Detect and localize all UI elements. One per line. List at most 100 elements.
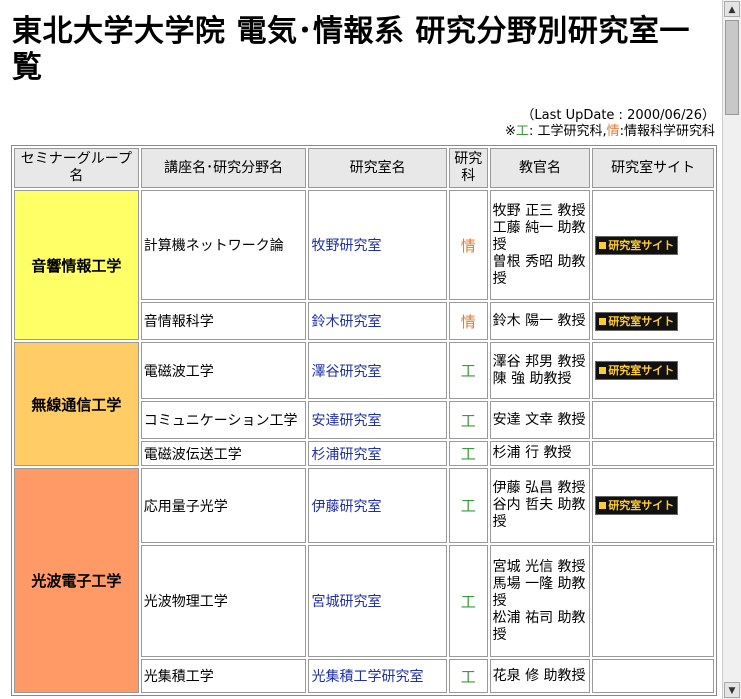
professors: 伊藤 弘昌 教授 谷内 哲夫 助教授: [489, 468, 591, 543]
dept-mark: 工: [448, 401, 488, 439]
lab-cell: 宮城研究室: [308, 545, 447, 657]
header-lab: 研究室名: [308, 148, 447, 188]
lab-cell: 鈴木研究室: [308, 302, 447, 340]
professors: 牧野 正三 教授 工藤 純一 助教授 曽根 秀昭 助教授: [489, 190, 591, 300]
scroll-up-arrow-icon[interactable]: ▲: [724, 1, 740, 17]
professors: 花泉 修 助教授: [489, 659, 591, 693]
lab-cell: 伊藤研究室: [308, 468, 447, 543]
vertical-scrollbar[interactable]: ▲ ▼: [722, 0, 741, 699]
seminar-group-name: 無線通信工学: [14, 342, 139, 466]
table-row: 光波電子工学 応用量子光学 伊藤研究室工伊藤 弘昌 教授 谷内 哲夫 助教授 研究室サイ…: [14, 468, 714, 693]
table-row: 無線通信工学 電磁波工学 澤谷研究室工澤谷 邦男 教授陳 強 助教授 研究室サイト: [14, 342, 714, 466]
professor-name: 牧野 正三 教授: [492, 202, 586, 219]
professor-name: 工藤 純一 助教授: [492, 219, 586, 253]
site-cell: 研究室サイト: [592, 302, 714, 340]
table-body: 音響情報工学 計算機ネットワーク論 牧野研究室情牧野 正三 教授 工藤 純一 助教授曽…: [14, 190, 714, 693]
last-update: （Last UpDate : 2000/06/26）: [521, 108, 715, 123]
seminar-group-name: 音響情報工学: [14, 190, 139, 340]
professor-name: 宮城 光信 教授: [492, 558, 586, 575]
lab-site-label: 研究室サイト: [608, 499, 675, 512]
lab-site-button[interactable]: 研究室サイト: [595, 235, 679, 255]
lab-link[interactable]: 安達研究室: [311, 413, 381, 429]
dept-mark: 情: [448, 190, 488, 300]
square-bullet-icon: [599, 317, 607, 325]
lab-site-button[interactable]: 研究室サイト: [595, 311, 679, 331]
header-dept: 研究科: [448, 148, 488, 188]
field-name: 光波物理工学: [140, 545, 307, 657]
site-cell: 研究室サイト: [592, 342, 714, 399]
header-field: 講座名･研究分野名: [140, 148, 307, 188]
lab-site-label: 研究室サイト: [608, 314, 675, 328]
lab-cell: 光集積工学研究室: [308, 659, 447, 693]
table-row: 音響情報工学 計算機ネットワーク論 牧野研究室情牧野 正三 教授 工藤 純一 助教授曽…: [14, 190, 714, 340]
lab-link[interactable]: 澤谷研究室: [311, 364, 381, 380]
site-cell: [592, 545, 714, 657]
page-title: 東北大学大学院 電気･情報系 研究分野別研究室一覧: [12, 14, 690, 85]
lab-cell: 牧野研究室: [308, 190, 447, 300]
legend: ※工: 工学研究科,情:情報科学研究科: [505, 124, 715, 140]
lab-site-label: 研究室サイト: [608, 238, 675, 252]
professor-name: 安達 文幸 教授: [492, 411, 586, 428]
field-name: 音情報科学: [140, 302, 307, 340]
legend-jou-desc: :情報科学研究科: [619, 124, 715, 139]
square-bullet-icon: [599, 502, 607, 509]
field-name: 電磁波工学: [140, 342, 307, 399]
header-seminar-group: セミナーグループ名: [14, 148, 139, 188]
lab-site-button[interactable]: 研究室サイト: [595, 496, 679, 515]
professor-name: 曽根 秀昭 助教授: [492, 253, 586, 287]
lab-link[interactable]: 光集積工学研究室: [311, 669, 423, 685]
legend-prefix: ※: [505, 124, 516, 139]
lab-cell: 安達研究室: [308, 401, 447, 439]
professor-name: 杉浦 行 教授: [492, 445, 572, 461]
legend-jou: 情: [606, 124, 620, 139]
field-name: 光集積工学: [140, 659, 307, 693]
field-name: 計算機ネットワーク論: [140, 190, 307, 300]
header-site: 研究室サイト: [592, 148, 714, 188]
page: 東北大学大学院 電気･情報系 研究分野別研究室一覧 （Last UpDate :…: [0, 0, 723, 699]
field-name: 応用量子光学: [140, 468, 307, 543]
site-cell: [592, 441, 714, 466]
professor-name: 澤谷 邦男 教授: [492, 353, 586, 370]
site-cell: 研究室サイト: [592, 190, 714, 300]
lab-cell: 杉浦研究室: [308, 441, 447, 466]
professor-name: 馬場 一隆 助教授: [492, 575, 586, 609]
header-professors: 教官名: [489, 148, 591, 188]
lab-site-button[interactable]: 研究室サイト: [595, 361, 679, 380]
lab-link[interactable]: 牧野研究室: [311, 238, 381, 254]
table-header-row: セミナーグループ名 講座名･研究分野名 研究室名 研究科 教官名 研究室サイト: [14, 148, 714, 188]
legend-kou-desc: : 工学研究科,: [528, 124, 607, 139]
dept-mark: 工: [448, 545, 488, 657]
professor-name: 松浦 祐司 助教授: [492, 609, 586, 643]
dept-mark: 工: [448, 468, 488, 543]
lab-link[interactable]: 杉浦研究室: [311, 447, 381, 463]
lab-table: セミナーグループ名 講座名･研究分野名 研究室名 研究科 教官名 研究室サイト …: [11, 145, 717, 696]
site-cell: [592, 659, 714, 693]
site-cell: [592, 401, 714, 439]
square-bullet-icon: [599, 241, 607, 249]
scroll-thumb[interactable]: [725, 20, 739, 115]
professor-name: 花泉 修 助教授: [492, 667, 586, 684]
scroll-down-arrow-icon[interactable]: ▼: [724, 682, 740, 698]
lab-site-label: 研究室サイト: [608, 364, 675, 377]
lab-link[interactable]: 宮城研究室: [311, 594, 381, 610]
square-bullet-icon: [599, 367, 607, 374]
lab-cell: 澤谷研究室: [308, 342, 447, 399]
professors: 鈴木 陽一 教授: [489, 302, 591, 340]
site-cell: 研究室サイト: [592, 468, 714, 543]
lab-link[interactable]: 鈴木研究室: [311, 314, 381, 330]
professors: 杉浦 行 教授: [489, 441, 591, 466]
lab-link[interactable]: 伊藤研究室: [311, 499, 381, 515]
professors: 安達 文幸 教授: [489, 401, 591, 439]
professor-name: 鈴木 陽一 教授: [492, 312, 586, 329]
field-name: 電磁波伝送工学: [140, 441, 307, 466]
professor-name: 陳 強 助教授: [492, 370, 572, 387]
seminar-group-name: 光波電子工学: [14, 468, 139, 693]
dept-mark: 情: [448, 302, 488, 340]
dept-mark: 工: [448, 441, 488, 466]
professor-name: 谷内 哲夫 助教授: [492, 497, 586, 530]
professor-name: 伊藤 弘昌 教授: [492, 480, 586, 496]
professors: 澤谷 邦男 教授陳 強 助教授: [489, 342, 591, 399]
dept-mark: 工: [448, 659, 488, 693]
legend-kou: 工: [515, 124, 529, 139]
professors: 宮城 光信 教授 馬場 一隆 助教授 松浦 祐司 助教授: [489, 545, 591, 657]
